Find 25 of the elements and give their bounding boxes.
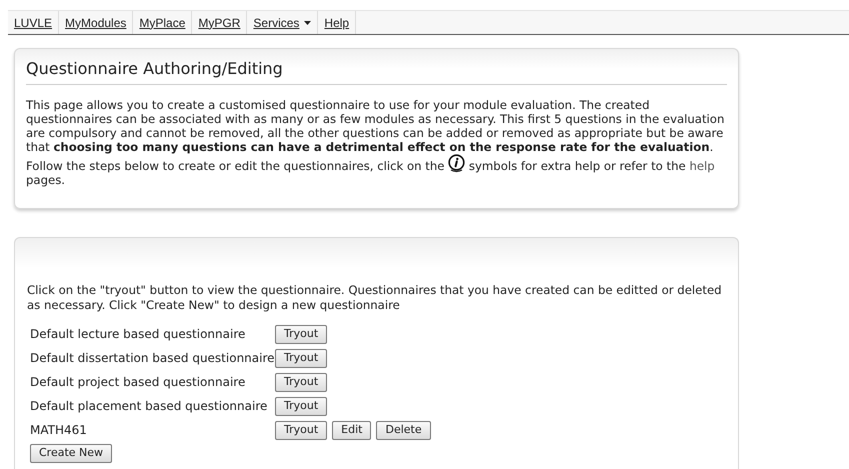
tryout-button[interactable]: Tryout	[275, 372, 328, 392]
help-link[interactable]: help	[689, 159, 715, 173]
panel-title: Questionnaire Authoring/Editing	[26, 57, 727, 85]
delete-button[interactable]: Delete	[376, 420, 431, 440]
tryout-button[interactable]: Tryout	[275, 396, 328, 416]
nav-link[interactable]: Help	[318, 11, 356, 34]
questionnaire-name: Default project based questionnaire	[30, 374, 246, 391]
questionnaire-name: Default lecture based questionnaire	[30, 326, 246, 343]
edit-button[interactable]: Edit	[332, 420, 372, 440]
questionnaire-name: Default placement based questionnaire	[30, 398, 268, 415]
nav-link[interactable]: MyModules	[59, 11, 134, 34]
tryout-button[interactable]: Tryout	[275, 324, 328, 344]
tryout-button[interactable]: Tryout	[275, 348, 328, 368]
intro-paragraph: This page allows you to create a customised questionnaire to use for your module evaluation. The created questionnaires can be associated with as many or as few modules as necessary. This first 5 questions in the evaluation are compulsory and cannot be removed, all the other questions can be added or removed as appropriate but be aware that choosing too many questions can have a detrimental effect on the response rate for the evaluation. Follow the steps below to create or edit the questionnaires, click on the symbols for extra help or refer to the help pages.	[26, 98, 726, 187]
services-menu[interactable]: Services	[247, 11, 318, 34]
nav-link[interactable]: MyPGR	[192, 11, 248, 34]
nav-link[interactable]: LUVLE	[8, 11, 60, 34]
caret-down-icon	[304, 20, 312, 24]
info-icon	[448, 154, 466, 173]
questionnaire-name: MATH461	[30, 422, 88, 439]
nav-link[interactable]: MyPlace	[133, 11, 192, 34]
questionnaire-name: Default dissertation based questionnaire	[30, 350, 275, 367]
tryout-button[interactable]: Tryout	[275, 420, 328, 440]
create-new-button[interactable]: Create New	[30, 444, 112, 463]
instructions-text: Click on the "tryout" button to view the questionnaire. Questionnaires that you have created can be editted or deleted as necessary. Click "Create New" to design a new questionnaire	[27, 283, 723, 313]
